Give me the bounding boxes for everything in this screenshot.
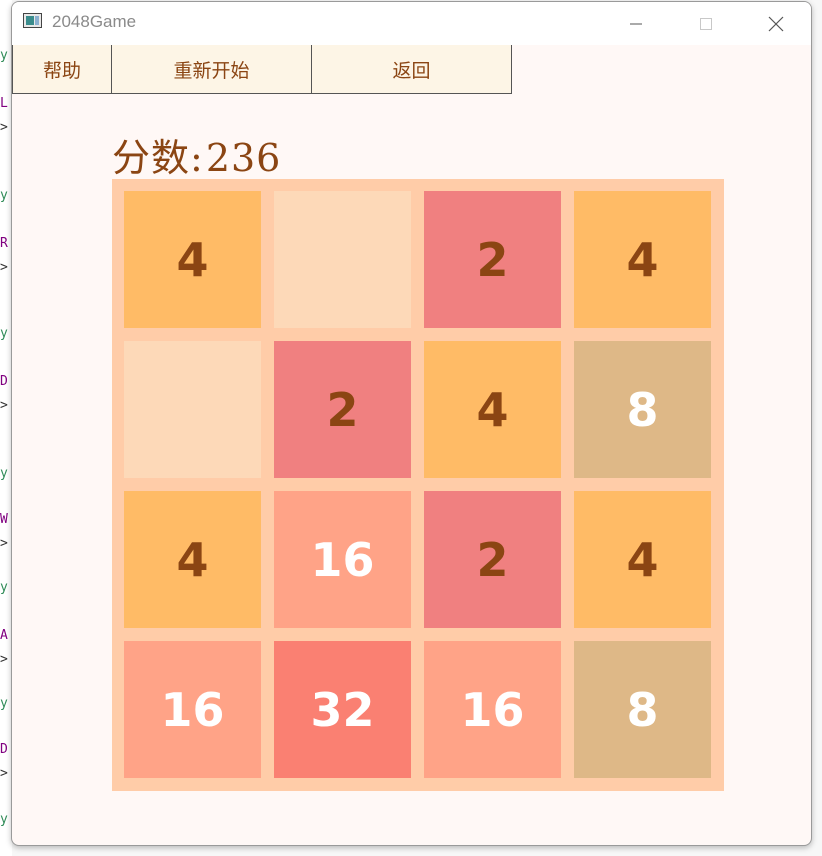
- minimize-icon: [630, 23, 642, 24]
- maximize-button[interactable]: [671, 2, 741, 45]
- tile-32: 32: [274, 641, 411, 778]
- minimize-button[interactable]: [601, 2, 671, 45]
- tile-4: 4: [424, 341, 561, 478]
- tile-2: 2: [424, 491, 561, 628]
- app-window-icon: [23, 13, 42, 28]
- help-button[interactable]: 帮助: [12, 45, 112, 94]
- tile-4: 4: [574, 491, 711, 628]
- game-window: 2048Game 帮助 重新开始 返回 分数:236 4 2 4 2 4 8 4 16 2 4 16…: [11, 1, 812, 846]
- tile-2: 2: [274, 341, 411, 478]
- maximize-icon: [700, 17, 712, 30]
- tile-2: 2: [424, 191, 561, 328]
- window-title: 2048Game: [52, 12, 137, 31]
- restart-button[interactable]: 重新开始: [111, 45, 312, 94]
- tile-16: 16: [424, 641, 561, 778]
- tile-8: 8: [574, 641, 711, 778]
- score-label: 分数:: [112, 136, 204, 180]
- close-icon: [768, 16, 784, 31]
- tile-16: 16: [274, 491, 411, 628]
- tile-4: 4: [574, 191, 711, 328]
- tile-4: 4: [124, 191, 261, 328]
- tile-empty: [124, 341, 261, 478]
- tile-empty: [274, 191, 411, 328]
- close-button[interactable]: [741, 2, 811, 45]
- score-display: 分数:236: [112, 127, 281, 182]
- game-board[interactable]: 4 2 4 2 4 8 4 16 2 4 16 32 16 8: [112, 179, 724, 791]
- tile-4: 4: [124, 491, 261, 628]
- title-bar[interactable]: 2048Game: [12, 2, 811, 45]
- tile-16: 16: [124, 641, 261, 778]
- score-value: 236: [205, 136, 282, 180]
- tile-8: 8: [574, 341, 711, 478]
- back-button[interactable]: 返回: [311, 45, 512, 94]
